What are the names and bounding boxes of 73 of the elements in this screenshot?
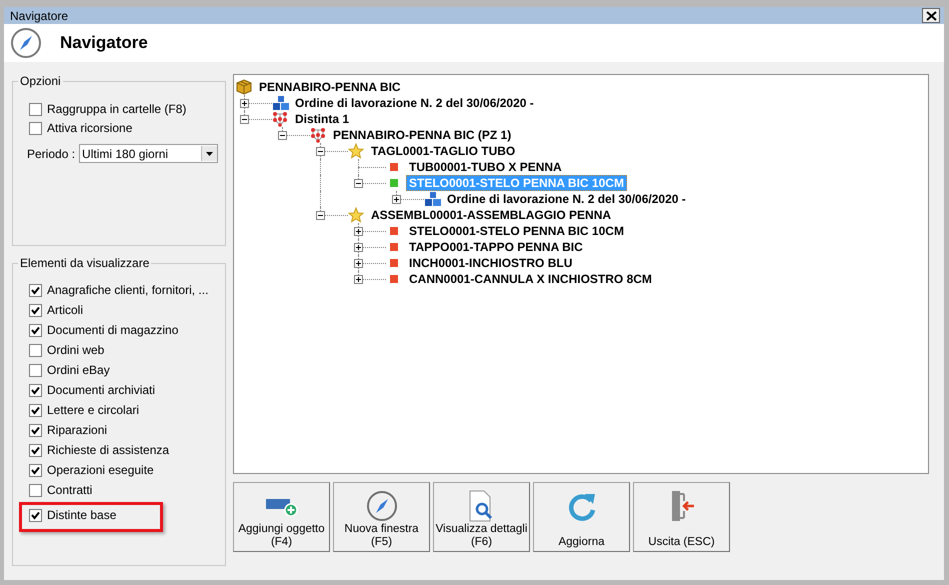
- star-icon: [348, 143, 364, 159]
- checkbox[interactable]: [29, 344, 42, 356]
- expander-icon[interactable]: [354, 275, 363, 284]
- tree-item[interactable]: INCH0001-INCHIOSTRO BLU: [406, 255, 576, 271]
- checkbox[interactable]: [29, 122, 42, 134]
- expander-icon[interactable]: [354, 259, 363, 268]
- checkbox[interactable]: [29, 484, 42, 496]
- window-title: Navigatore: [10, 8, 68, 22]
- tree-item[interactable]: Ordine di lavorazione N. 2 del 30/06/2020 -: [292, 95, 537, 111]
- compass-icon: [10, 27, 42, 59]
- checkbox-label: Attiva ricorsione: [47, 121, 132, 135]
- expander-icon[interactable]: [354, 243, 363, 252]
- checkbox[interactable]: [29, 304, 42, 316]
- checkbox-label: Ordini eBay: [47, 363, 110, 377]
- expander-icon[interactable]: [240, 115, 249, 124]
- tree-item[interactable]: TAGL0001-TAGLIO TUBO: [368, 143, 518, 159]
- checkbox[interactable]: [29, 284, 42, 296]
- checkbox[interactable]: [29, 102, 42, 116]
- checkbox[interactable]: [29, 424, 42, 436]
- checkbox-label: Documenti archiviati: [47, 383, 156, 397]
- compass-icon: [366, 490, 398, 522]
- checkbox[interactable]: [29, 404, 42, 416]
- network-icon: [310, 127, 326, 143]
- page-title: Navigatore: [60, 33, 148, 53]
- expander-icon[interactable]: [278, 131, 287, 140]
- expander-icon[interactable]: [316, 211, 325, 220]
- expander-icon[interactable]: [354, 179, 363, 188]
- checkbox-label: Ordini web: [47, 343, 104, 357]
- tree-item[interactable]: TAPPO001-TAPPO PENNA BIC: [406, 239, 586, 255]
- group-title: Elementi da visualizzare: [19, 256, 150, 270]
- cubes-icon: [424, 191, 442, 207]
- checkbox-label: Distinte base: [47, 508, 116, 522]
- period-label: Periodo :: [27, 146, 76, 160]
- network-icon: [272, 111, 288, 127]
- expander-icon[interactable]: [240, 99, 249, 108]
- group-title: Opzioni: [19, 74, 62, 88]
- tree-item[interactable]: ASSEMBL00001-ASSEMBLAGGIO PENNA: [368, 207, 614, 223]
- tree-item[interactable]: CANN0001-CANNULA X INCHIOSTRO 8CM: [406, 271, 655, 287]
- toolbar-button[interactable]: Visualizza dettagli (F6): [433, 482, 530, 552]
- toolbar-button[interactable]: Aggiungi oggetto (F4): [233, 482, 330, 552]
- checkbox[interactable]: [29, 324, 42, 336]
- checkbox-label: Operazioni eseguite: [47, 463, 154, 477]
- tree-item[interactable]: Distinta 1: [292, 111, 352, 127]
- checkbox-label: Lettere e circolari: [47, 403, 140, 417]
- checkbox-label: Riparazioni: [47, 423, 108, 437]
- period-dropdown[interactable]: Ultimi 180 giorni: [79, 144, 218, 163]
- tree-item[interactable]: STELO0001-STELO PENNA BIC 10CM: [406, 223, 627, 239]
- checkbox-label: Contratti: [47, 483, 92, 497]
- expander-icon[interactable]: [354, 227, 363, 236]
- expander-icon[interactable]: [392, 195, 401, 204]
- toolbar-button[interactable]: Nuova finestra (F5): [333, 482, 430, 552]
- tree-item[interactable]: PENNABIRO-PENNA BIC: [256, 79, 404, 95]
- close-button[interactable]: [922, 8, 940, 23]
- checkbox-label: Richieste di assistenza: [47, 443, 170, 457]
- checkbox-label: Documenti di magazzino: [47, 323, 178, 337]
- checkbox[interactable]: [29, 364, 42, 376]
- box-icon: [236, 79, 252, 95]
- star-icon: [348, 207, 364, 223]
- toolbar-button[interactable]: Uscita (ESC): [633, 482, 730, 552]
- tree-item[interactable]: PENNABIRO-PENNA BIC (PZ 1): [330, 127, 514, 143]
- toolbar-button[interactable]: Aggiorna: [533, 482, 630, 552]
- checkbox[interactable]: [29, 444, 42, 456]
- checkbox-label: Articoli: [47, 303, 84, 317]
- checkbox-label: Anagrafiche clienti, fornitori, ...: [47, 283, 208, 297]
- checkbox-label: Raggruppa in cartelle (F8): [47, 102, 186, 116]
- cubes-icon: [272, 95, 290, 111]
- close-icon: [926, 10, 936, 20]
- expander-icon[interactable]: [316, 147, 325, 156]
- tree-item[interactable]: TUB00001-TUBO X PENNA: [406, 159, 565, 175]
- checkbox[interactable]: [29, 464, 42, 476]
- checkbox[interactable]: [29, 508, 42, 522]
- tree-item[interactable]: Ordine di lavorazione N. 2 del 30/06/2020 -: [444, 191, 689, 207]
- checkbox[interactable]: [29, 384, 42, 396]
